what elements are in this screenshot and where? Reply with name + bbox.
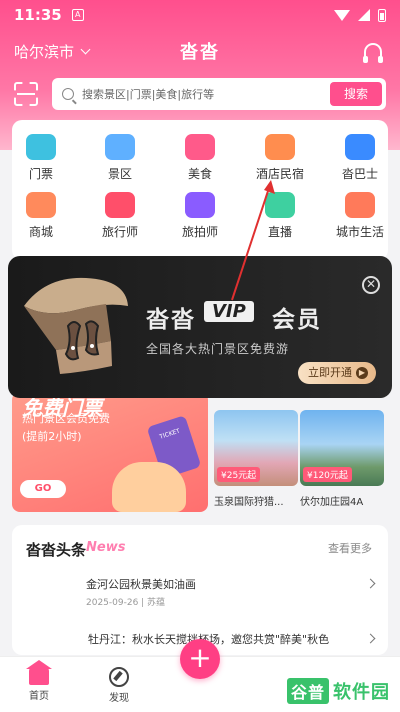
- news-more-link[interactable]: 查看更多: [328, 540, 372, 556]
- heart-bowl-icon: [185, 134, 215, 160]
- spot-card[interactable]: ¥120元起 伏尔加庄园4A: [300, 410, 384, 510]
- battery-icon: [378, 8, 386, 22]
- category-photographer[interactable]: 旅拍师: [165, 192, 235, 240]
- live-icon: [265, 192, 295, 218]
- nav-home[interactable]: 首页: [14, 660, 64, 702]
- category-hotel[interactable]: 酒店民宿: [245, 134, 315, 182]
- promo-subtitle: 热门景区会员免费: [22, 412, 110, 425]
- category-live[interactable]: 直播: [245, 192, 315, 240]
- category-label: 沓巴士: [341, 167, 378, 181]
- promo-note: (提前2小时): [22, 430, 82, 443]
- category-label: 美食: [187, 167, 212, 181]
- category-label: 城市生活: [335, 225, 384, 239]
- category-city-life[interactable]: 城市生活: [325, 192, 395, 240]
- nav-discover-label: 发现: [109, 693, 129, 704]
- category-tickets[interactable]: 门票: [6, 134, 76, 182]
- status-bar: 11:35 A: [0, 0, 400, 30]
- category-label: 商城: [28, 225, 53, 239]
- city-icon: [345, 192, 375, 218]
- category-travel-guide[interactable]: 旅行师: [85, 192, 155, 240]
- status-time: 11:35: [14, 6, 62, 24]
- vip-brand: 沓沓: [146, 307, 196, 333]
- vip-open-label: 立即开通: [308, 366, 352, 379]
- category-food[interactable]: 美食: [165, 134, 235, 182]
- search-icon: [62, 88, 74, 100]
- news-title-en: News: [86, 540, 126, 555]
- arrow-right-icon: ▶: [356, 367, 368, 379]
- watermark-text: 软件园: [333, 682, 390, 703]
- mushroom-mascot-icon: [24, 277, 128, 374]
- category-label: 酒店民宿: [255, 167, 304, 181]
- publish-plus-button[interactable]: +: [180, 639, 220, 679]
- category-label: 直播: [267, 225, 292, 239]
- spot-name: 玉泉国际狩猎...: [214, 497, 284, 508]
- search-placeholder: 搜索景区|门票|美食|旅行等: [82, 88, 215, 101]
- news-item-title[interactable]: 金河公园秋景美如油画: [86, 576, 196, 592]
- price-tag: ¥120元起: [303, 467, 352, 482]
- nav-discover[interactable]: 发现: [94, 667, 144, 704]
- notification-badge-icon: A: [71, 9, 84, 21]
- search-row: 搜索景区|门票|美食|旅行等 搜索: [14, 78, 386, 110]
- camera-icon: [185, 192, 215, 218]
- news-item-date: 2025-09-26 | 苏蕴: [86, 598, 166, 608]
- chevron-right-icon[interactable]: [365, 578, 376, 589]
- home-icon: [26, 660, 52, 685]
- search-button[interactable]: 搜索: [330, 82, 382, 106]
- close-icon[interactable]: ✕: [362, 276, 380, 294]
- news-title: 沓沓头条: [26, 541, 87, 559]
- vip-badge: VIP: [204, 301, 254, 322]
- spot-image: ¥25元起: [214, 410, 298, 486]
- vip-popup[interactable]: ✕ 沓沓 VIP 会员 全国各大热门景区免费游 立即开通 ▶: [8, 256, 392, 398]
- hotel-icon: [265, 134, 295, 160]
- free-ticket-promo[interactable]: 免费门票 热门景区会员免费 (提前2小时) TICKET GO: [12, 392, 208, 512]
- vip-open-button[interactable]: 立即开通 ▶: [298, 362, 376, 384]
- chevron-right-icon[interactable]: [365, 633, 376, 644]
- category-scenic[interactable]: 景区: [85, 134, 155, 182]
- spot-name: 伏尔加庄园4A: [300, 497, 364, 508]
- nav-home-label: 首页: [29, 691, 49, 702]
- vip-description: 全国各大热门景区免费游: [146, 342, 290, 356]
- watermark-logo: 谷普: [286, 678, 329, 704]
- spot-card[interactable]: ¥25元起 玉泉国际狩猎...: [214, 410, 298, 510]
- customer-service-icon[interactable]: [363, 43, 383, 63]
- site-watermark: 谷普 软件园: [286, 678, 390, 704]
- category-label: 旅拍师: [181, 225, 218, 239]
- scan-icon[interactable]: [14, 82, 38, 106]
- signal-icon: [358, 9, 370, 21]
- hand-illustration: [112, 462, 186, 512]
- compass-icon: [109, 667, 129, 687]
- category-shop[interactable]: 商城: [6, 192, 76, 240]
- ticket-icon: [26, 134, 56, 160]
- mountain-icon: [105, 134, 135, 160]
- shop-icon: [26, 192, 56, 218]
- wifi-icon: [334, 9, 350, 21]
- bus-icon: [345, 134, 375, 160]
- price-tag: ¥25元起: [217, 467, 261, 482]
- app-title: 沓沓: [180, 42, 220, 63]
- luggage-icon: [105, 192, 135, 218]
- top-nav: 哈尔滨市 沓沓: [0, 36, 400, 66]
- news-section: 沓沓头条 News 查看更多 金河公园秋景美如油画 2025-09-26 | 苏…: [12, 525, 388, 655]
- category-label: 旅行师: [101, 225, 138, 239]
- vip-member-label: 会员: [272, 307, 322, 333]
- category-label: 门票: [28, 167, 53, 181]
- category-label: 景区: [107, 167, 132, 181]
- category-bus[interactable]: 沓巴士: [325, 134, 395, 182]
- search-input[interactable]: 搜索景区|门票|美食|旅行等 搜索: [52, 78, 386, 110]
- category-grid: 门票 景区 美食 酒店民宿 沓巴士 商城 旅行师 旅拍师 直播 城市生活: [12, 120, 388, 260]
- spot-image: ¥120元起: [300, 410, 384, 486]
- promo-go-button[interactable]: GO: [20, 480, 66, 498]
